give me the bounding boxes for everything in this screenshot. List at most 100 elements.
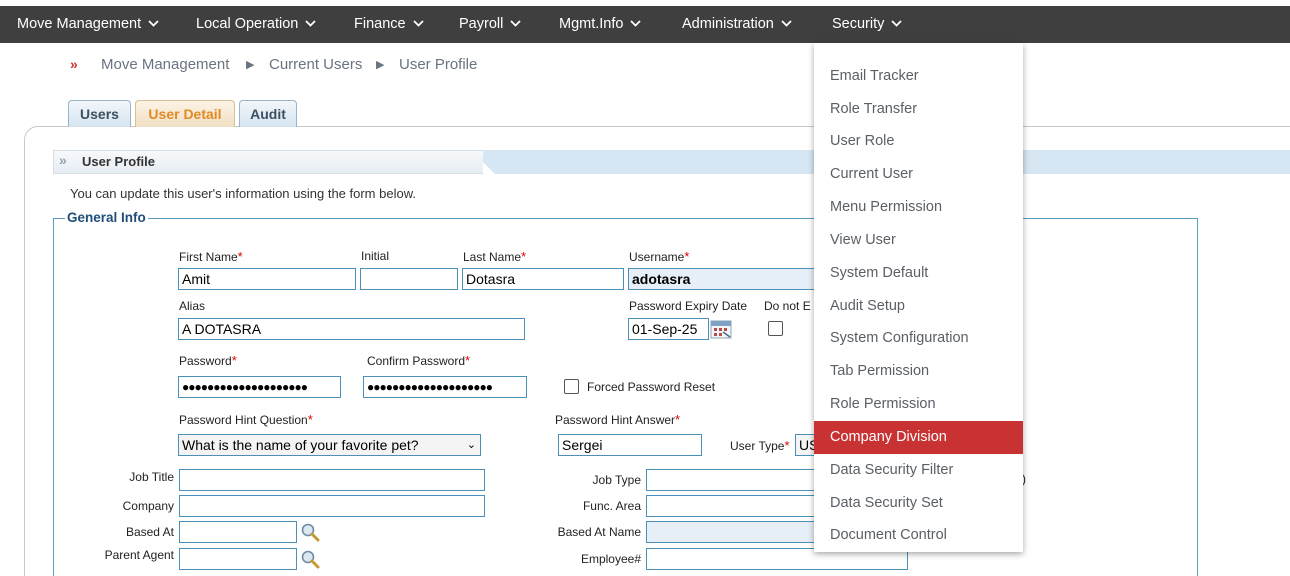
label-text: Password [179,354,232,368]
company-input[interactable] [179,495,485,517]
label-text: Password Hint Question [179,413,308,427]
menu-item-menu-permission[interactable]: Menu Permission [814,191,1023,224]
section-description: You can update this user's information u… [70,186,416,201]
chevron-down-icon [630,20,642,27]
menu-item-system-configuration[interactable]: System Configuration [814,322,1023,355]
chevron-down-icon [305,20,317,27]
required-mark: * [237,249,243,264]
required-mark: * [465,353,471,368]
nav-security[interactable]: Security [832,6,903,43]
double-chevron-icon: » [59,152,67,168]
confirm-password-label: Confirm Password* [367,353,470,368]
label-text: Last Name [463,250,522,264]
last-name-input[interactable]: Dotasra [462,268,624,290]
search-icon[interactable] [300,549,320,569]
nav-label: Local Operation [196,16,299,32]
hint-question-select[interactable]: What is the name of your favorite pet? ⌄ [178,434,481,456]
calendar-icon[interactable] [710,319,732,339]
job-type-input[interactable] [646,469,826,491]
hint-answer-input[interactable]: Sergei [558,434,702,456]
based-at-input[interactable] [179,521,297,543]
password-expiry-label: Password Expiry Date [629,299,748,313]
user-type-label: User Type* [730,438,790,453]
tab-user-detail[interactable]: User Detail [135,100,235,127]
parent-agent-label: Parent Agent [104,548,174,562]
tab-audit[interactable]: Audit [239,100,297,127]
menu-item-role-transfer[interactable]: Role Transfer [814,93,1023,126]
nav-label: Move Management [17,16,142,32]
job-title-label: Job Title [129,470,174,484]
breadcrumb-separator-icon: ▶ [376,59,385,71]
security-dropdown-menu: Email Tracker Role Transfer User Role Cu… [814,43,1023,552]
nav-label: Finance [354,16,406,32]
nav-local-operation[interactable]: Local Operation [196,6,317,43]
hint-question-label: Password Hint Question* [179,412,313,427]
chevron-down-icon [510,20,521,27]
company-label: Company [122,499,174,513]
employee-number-label: Employee# [580,552,641,566]
based-at-name-input [646,521,826,543]
based-at-label: Based At [125,525,174,539]
menu-item-document-control[interactable]: Document Control [814,519,1023,552]
password-input[interactable]: ●●●●●●●●●●●●●●●●●●●● [178,376,341,398]
menu-item-system-default[interactable]: System Default [814,257,1023,290]
forced-password-reset-checkbox[interactable] [564,379,579,394]
menu-item-user-role[interactable]: User Role [814,125,1023,158]
chevron-down-icon [148,20,159,27]
menu-item-email-tracker[interactable]: Email Tracker [814,60,1023,93]
breadcrumb-separator-icon: ▶ [246,59,255,71]
forced-password-reset-label: Forced Password Reset [587,380,716,394]
menu-item-company-division[interactable]: Company Division [814,421,1023,454]
tab-users[interactable]: Users [68,100,131,127]
alias-label: Alias [179,299,206,313]
section-title: User Profile [82,154,155,169]
parent-agent-input[interactable] [179,548,297,570]
nav-administration[interactable]: Administration [682,6,792,43]
job-title-input[interactable] [179,469,485,491]
initial-input[interactable] [360,268,458,290]
menu-item-audit-setup[interactable]: Audit Setup [814,290,1023,323]
first-name-label: First Name* [179,249,243,264]
section-header: » User Profile [53,150,1290,174]
alias-input[interactable]: A DOTASRA [178,318,525,340]
chevron-down-icon [781,20,792,27]
breadcrumb-current-users[interactable]: Current Users [269,56,362,73]
breadcrumb-user-profile: User Profile [399,56,478,73]
confirm-password-input[interactable]: ●●●●●●●●●●●●●●●●●●●● [363,376,527,398]
password-label: Password* [179,353,237,368]
nav-label: Payroll [459,16,504,32]
nav-mgmt-info[interactable]: Mgmt.Info [559,6,642,43]
chevron-down-icon [891,20,903,27]
menu-item-tab-permission[interactable]: Tab Permission [814,355,1023,388]
label-text: Password Hint Answer [555,413,676,427]
initial-label: Initial [361,249,390,263]
first-name-input[interactable]: Amit [178,268,356,290]
do-not-email-label: Do not E [764,299,811,313]
nav-label: Administration [682,16,774,32]
nav-payroll[interactable]: Payroll [459,6,521,43]
do-not-email-checkbox[interactable] [768,321,783,336]
search-icon[interactable] [300,522,320,542]
nav-label: Security [832,16,885,32]
password-expiry-input[interactable]: 01-Sep-25 [628,318,709,340]
label-text: First Name [179,250,238,264]
nav-label: Mgmt.Info [559,16,624,32]
top-navigation-bar: Move Management Local Operation Finance … [0,6,1290,43]
menu-item-data-security-filter[interactable]: Data Security Filter [814,454,1023,487]
required-mark: * [307,412,313,427]
username-input: adotasra [628,268,818,290]
required-mark: * [231,353,237,368]
last-name-label: Last Name* [463,249,526,264]
selected-value: What is the name of your favorite pet? [182,437,419,453]
menu-item-role-permission[interactable]: Role Permission [814,388,1023,421]
menu-item-data-security-set[interactable]: Data Security Set [814,487,1023,520]
required-mark: * [521,249,527,264]
menu-item-current-user[interactable]: Current User [814,158,1023,191]
func-area-input[interactable] [646,495,826,517]
chevron-down-icon: ⌄ [466,439,476,451]
menu-item-view-user[interactable]: View User [814,224,1023,257]
nav-finance[interactable]: Finance [354,6,424,43]
nav-move-management[interactable]: Move Management [17,6,159,43]
breadcrumb-move-management[interactable]: Move Management [101,56,229,73]
required-mark: * [675,412,681,427]
